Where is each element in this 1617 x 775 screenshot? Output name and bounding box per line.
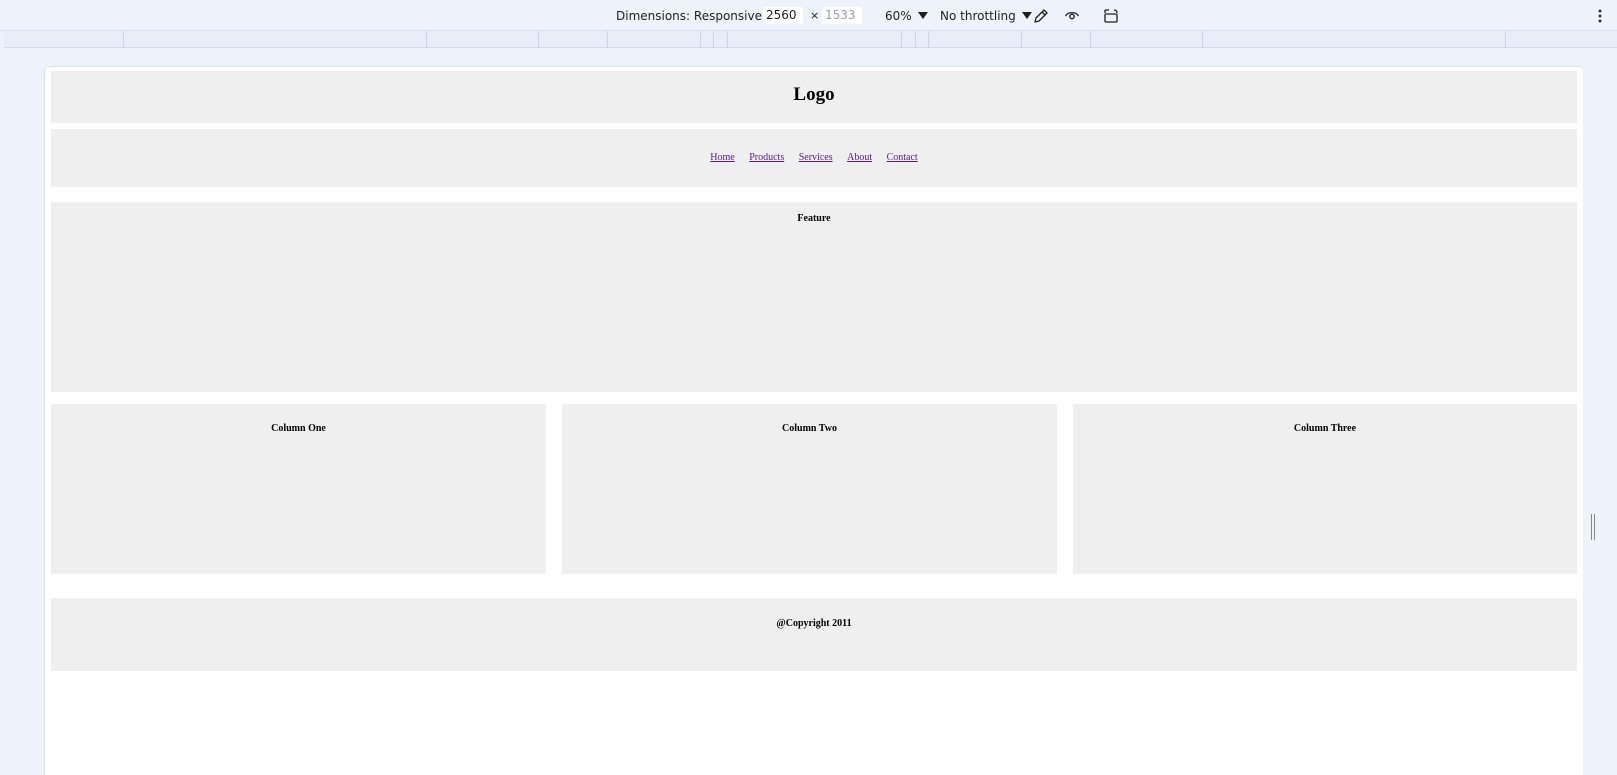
times-sign: × bbox=[810, 9, 820, 22]
chevron-down-icon bbox=[917, 12, 928, 19]
ruler-tick bbox=[607, 31, 608, 47]
nav-link-services[interactable]: Services bbox=[799, 152, 833, 163]
ruler-tick bbox=[426, 31, 427, 47]
nav-link-contact[interactable]: Contact bbox=[887, 152, 918, 163]
ruler-tick bbox=[1505, 31, 1506, 47]
nav-link-home[interactable]: Home bbox=[710, 152, 734, 163]
ruler-tick bbox=[928, 31, 929, 47]
device-toolbar: Dimensions: Responsive 2560 × 1533 60% N… bbox=[0, 0, 1617, 31]
viewport-side-area bbox=[1583, 67, 1617, 775]
eyedropper-icon[interactable] bbox=[1031, 6, 1051, 26]
ruler-tick bbox=[713, 31, 714, 47]
logo: Logo bbox=[793, 84, 835, 105]
feature-section: Feature bbox=[51, 202, 1577, 392]
eye-icon[interactable] bbox=[1062, 6, 1082, 26]
media-query-ruler[interactable] bbox=[4, 31, 1617, 48]
column-one-title: Column One bbox=[271, 423, 326, 434]
page-footer: @Copyright 2011 bbox=[51, 598, 1577, 671]
column-three-title: Column Three bbox=[1293, 423, 1357, 434]
ruler-tick bbox=[1202, 31, 1203, 47]
nav-links: Home Products Services About Contact bbox=[51, 152, 1577, 163]
resize-handle[interactable] bbox=[1591, 514, 1595, 540]
nav-link-about[interactable]: About bbox=[847, 152, 872, 163]
ruler-tick bbox=[123, 31, 124, 47]
ruler-tick bbox=[727, 31, 728, 47]
ruler-tick bbox=[1090, 31, 1091, 47]
dimensions-label: Dimensions: Responsive bbox=[616, 8, 762, 23]
throttling-dropdown[interactable]: No throttling bbox=[940, 0, 1032, 31]
rotate-device-icon[interactable] bbox=[1101, 6, 1121, 26]
column-two-title: Column Two bbox=[782, 423, 837, 434]
zoom-label: 60% bbox=[885, 8, 912, 23]
ruler-tick bbox=[901, 31, 902, 47]
copyright-text: @Copyright 2011 bbox=[776, 618, 852, 629]
height-input[interactable]: 1533 bbox=[822, 7, 862, 24]
ruler-tick bbox=[538, 31, 539, 47]
dimensions-dropdown[interactable]: Dimensions: Responsive bbox=[616, 0, 778, 31]
throttling-label: No throttling bbox=[940, 8, 1016, 23]
device-viewport: Logo Home Products Services About Contac… bbox=[45, 67, 1583, 775]
ruler-tick bbox=[700, 31, 701, 47]
feature-title: Feature bbox=[797, 213, 831, 224]
column-three: Column Three bbox=[1073, 404, 1577, 574]
page-header: Logo bbox=[51, 71, 1577, 123]
zoom-dropdown[interactable]: 60% bbox=[885, 0, 928, 31]
more-options-icon[interactable] bbox=[1590, 6, 1610, 26]
ruler-tick bbox=[915, 31, 916, 47]
nav-link-products[interactable]: Products bbox=[749, 152, 784, 163]
width-input[interactable]: 2560 bbox=[763, 7, 803, 24]
ruler-tick bbox=[1021, 31, 1022, 47]
column-one: Column One bbox=[51, 404, 546, 574]
column-two: Column Two bbox=[562, 404, 1057, 574]
nav-bar: Home Products Services About Contact bbox=[51, 129, 1577, 187]
